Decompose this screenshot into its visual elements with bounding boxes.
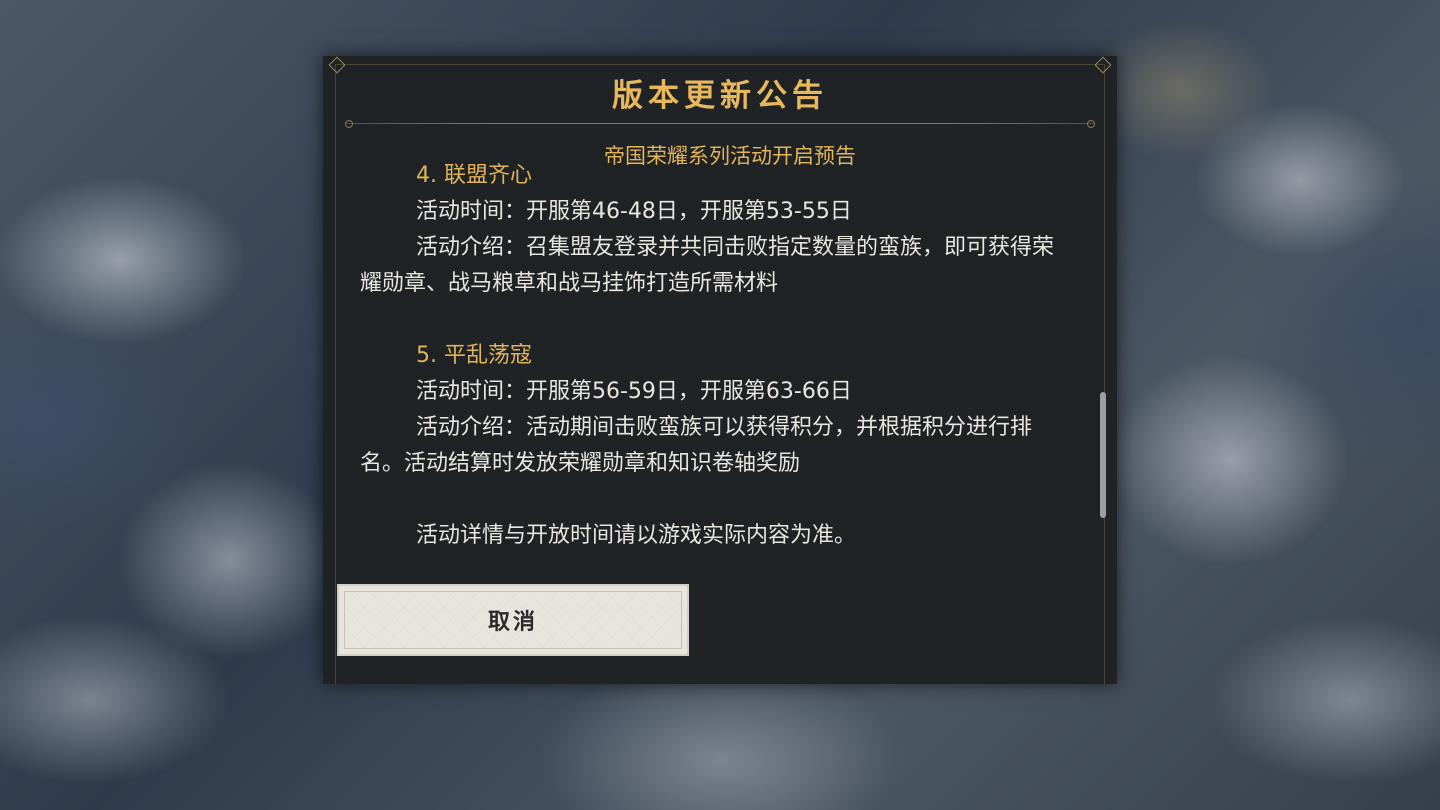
cancel-button-label: 取消 xyxy=(487,609,538,635)
divider-ornament-icon xyxy=(1087,120,1095,128)
disclaimer-note: 活动详情与开放时间请以游戏实际内容为准。 xyxy=(416,523,857,548)
section-time: 活动时间：开服第46-48日，开服第53-55日 xyxy=(416,199,852,224)
content-scrollbar[interactable] xyxy=(1100,392,1106,518)
section-intro: 活动介绍：召集盟友登录并共同击败指定数量的蛮族，即可获得荣耀勋章、战马粮草和战马… xyxy=(360,235,1055,296)
announcement-content[interactable]: 帝国荣耀系列活动开启预告 4. 联盟齐心 活动时间：开服第46-48日，开服第5… xyxy=(360,136,1080,566)
divider-ornament-icon xyxy=(345,120,353,128)
section-intro: 活动介绍：活动期间击败蛮族可以获得积分，并根据积分进行排名。活动结算时发放荣耀勋… xyxy=(360,415,1033,476)
section-time: 活动时间：开服第56-59日，开服第63-66日 xyxy=(416,379,852,404)
dialog-title: 版本更新公告 xyxy=(612,78,828,114)
section-heading: 5. 平乱荡寇 xyxy=(416,343,532,368)
announcement-dialog: 版本更新公告 帝国荣耀系列活动开启预告 4. 联盟齐心 活动时间：开服第46-4… xyxy=(323,56,1117,684)
title-divider xyxy=(347,123,1093,124)
cancel-button[interactable]: 取消 xyxy=(337,584,689,656)
